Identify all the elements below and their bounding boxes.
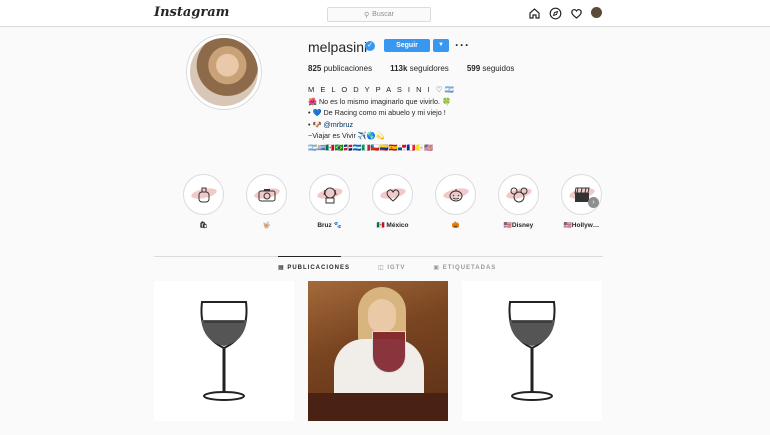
tabs-divider [154, 256, 603, 257]
heart-icon [386, 188, 399, 202]
tab-tagged[interactable]: ▣ ETIQUETADAS [433, 264, 496, 271]
bio-line: • 🐶 @mrbruz [308, 119, 354, 129]
tag-icon: ▣ [433, 265, 443, 271]
search-input[interactable]: ⚲ Buscar [327, 7, 431, 22]
wine-glass-photo [372, 331, 406, 373]
post-tile[interactable] [462, 281, 602, 421]
profile-stats: 825 publicaciones 113k seguidores 599 se… [308, 64, 514, 73]
highlight-item[interactable]: 🇲🇽 México [361, 174, 424, 229]
home-icon[interactable] [528, 7, 541, 20]
mickey-icon [510, 187, 527, 202]
follow-button[interactable]: Seguir [384, 39, 430, 52]
stat-followers[interactable]: 113k seguidores [390, 64, 449, 73]
highlight-item[interactable]: 🇺🇸Disney [487, 174, 550, 229]
profile-bio: M E L O D Y P A S I N I ♡🇦🇷 🌺 No es lo m… [308, 84, 456, 154]
more-options-icon[interactable]: ··· [455, 38, 470, 52]
top-navigation-bar: Instagram ⚲ Buscar [0, 0, 770, 27]
active-tab-indicator [278, 256, 341, 257]
highlight-item[interactable]: 🤟🏼 [235, 174, 298, 229]
pumpkin-icon [449, 188, 462, 201]
tab-posts[interactable]: ▦ PUBLICACIONES [278, 264, 350, 271]
highlight-item[interactable]: 🎃 [424, 174, 487, 229]
dog-icon [323, 187, 336, 203]
profile-username: melpasini [308, 39, 368, 55]
highlight-item[interactable]: 🇺🇸Hollyw… [550, 174, 613, 229]
bio-line: 🌺 No es lo mismo imaginarlo que vivirlo.… [308, 96, 451, 106]
posts-grid [154, 281, 602, 421]
perfume-icon [198, 187, 209, 202]
bio-line: • 💙 De Racing como mi abuelo y mi viejo … [308, 108, 446, 118]
highlight-item[interactable]: Bruz 🐾 [298, 174, 361, 229]
activity-heart-icon[interactable] [570, 7, 583, 20]
suggestions-dropdown-button[interactable]: ▼ [433, 39, 449, 52]
stat-posts: 825 publicaciones [308, 64, 373, 73]
grid-icon: ▦ [278, 265, 288, 271]
bio-full-name: M E L O D Y P A S I N I ♡🇦🇷 [308, 85, 456, 94]
profile-tabs: ▦ PUBLICACIONES ◫ IGTV ▣ ETIQUETADAS [278, 264, 496, 271]
story-highlights: 🛍 🤟🏼 Bruz 🐾 🇲🇽 México 🎃 🇺🇸Disney 🇺🇸Holly… [172, 174, 613, 229]
nav-icons [528, 7, 604, 20]
wine-glass-icon [508, 301, 556, 401]
highlight-item[interactable]: 🛍 [172, 174, 235, 229]
igtv-icon: ◫ [378, 265, 388, 271]
post-tile[interactable] [154, 281, 294, 421]
bio-flags: 🇦🇷🇺🇾🇲🇽🇧🇷🇩🇴🇳🇮🇮🇹🇨🇱🇨🇴🇪🇸🇵🇦🇫🇷🇻🇦🇺🇸 [308, 142, 434, 152]
highlights-next-arrow-icon[interactable]: › [588, 197, 599, 208]
stat-following[interactable]: 599 seguidos [467, 64, 515, 73]
wine-glass-icon [200, 301, 248, 401]
tab-igtv[interactable]: ◫ IGTV [378, 264, 405, 271]
camera-icon [258, 188, 275, 201]
post-tile-photo[interactable] [308, 281, 448, 421]
verified-badge-icon: ✓ [365, 41, 375, 51]
instagram-logo[interactable]: Instagram [154, 5, 229, 20]
profile-avatar-small[interactable] [591, 7, 604, 20]
bio-mention-link[interactable]: @mrbruz [323, 120, 353, 129]
search-placeholder: Buscar [372, 11, 394, 18]
search-icon: ⚲ [364, 11, 370, 19]
profile-avatar[interactable] [186, 34, 262, 110]
bio-line: ~Viajar es Vivir ✈️🌎💫 [308, 131, 385, 141]
explore-compass-icon[interactable] [549, 7, 562, 20]
